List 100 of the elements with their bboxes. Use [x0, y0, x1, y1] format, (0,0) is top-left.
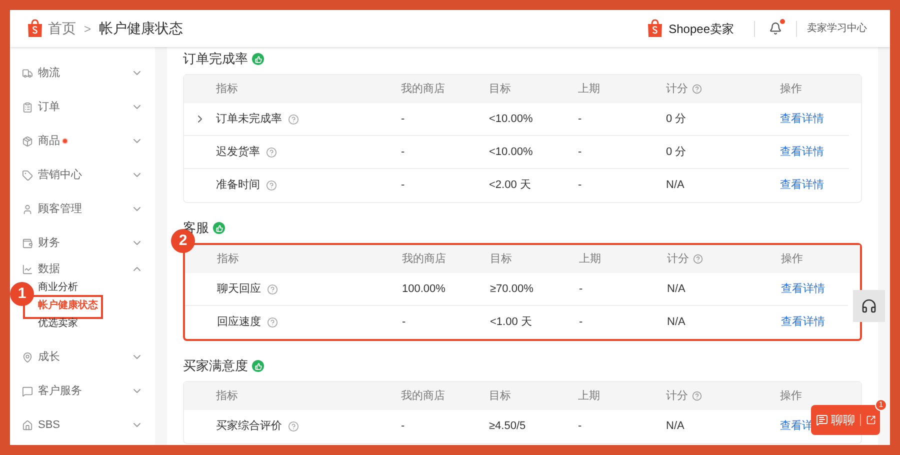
- column-header: 我的商店: [401, 388, 445, 404]
- help-icon: [266, 146, 277, 158]
- learning-center-link[interactable]: 卖家学习中心: [807, 21, 867, 36]
- table-cell-text: N/A: [666, 419, 686, 434]
- thumbs-up-icon: [252, 53, 264, 65]
- sidebar-item[interactable]: 财务: [10, 226, 155, 260]
- sidebar-item[interactable]: 营销中心: [10, 158, 155, 192]
- sidebar-subitem[interactable]: 帐户健康状态: [38, 298, 98, 312]
- table-cell-text: -: [402, 315, 407, 330]
- customer-service-button[interactable]: [853, 290, 885, 322]
- brand-name: Shopee卖家: [668, 20, 734, 38]
- table-cell-text: -: [578, 419, 583, 434]
- sidebar-item[interactable]: SBS: [10, 408, 155, 442]
- table-cell-text: <1.00 天: [490, 315, 533, 330]
- table-cell-text: -: [401, 178, 406, 194]
- metric-name: 买家综合评价: [216, 418, 282, 434]
- column-header: 上期: [579, 252, 601, 267]
- column-header: 我的商店: [401, 82, 445, 97]
- table-cell-text: N/A: [667, 315, 686, 330]
- table-cell-text: ≥4.50/5: [489, 419, 527, 434]
- metric-name: 聊天回应: [217, 282, 261, 297]
- view-details-link[interactable]: 查看详情: [780, 110, 824, 128]
- table-cell-text: 0 分: [666, 144, 688, 160]
- table-cell-text: -: [401, 419, 406, 434]
- view-details-link[interactable]: 查看详情: [780, 177, 824, 194]
- chat-bubble-icon: [816, 414, 828, 426]
- pin-icon: [22, 352, 33, 362]
- column-header: 指标: [216, 82, 238, 97]
- sidebar-subitem[interactable]: 优选卖家: [38, 316, 78, 330]
- help-icon: [288, 421, 299, 432]
- view-details-link[interactable]: 查看详情: [780, 144, 824, 160]
- sidebar-item[interactable]: 数据: [10, 260, 155, 278]
- column-header: 计分: [667, 252, 689, 267]
- wallet-icon: [22, 238, 33, 248]
- metric-name: 订单未完成率: [216, 112, 282, 127]
- thumbs-up-icon: [252, 360, 264, 372]
- sidebar-item[interactable]: 成长: [10, 340, 155, 374]
- column-header: 计分: [666, 388, 688, 404]
- table-cell-text: <10.00%: [489, 112, 534, 127]
- column-header: 操作: [781, 252, 803, 267]
- table-cell-text: N/A: [667, 282, 686, 297]
- shopping-bag-logo-icon: [646, 19, 663, 38]
- table-cell-text: 100.00%: [402, 282, 446, 297]
- sidebar-item[interactable]: 商品: [10, 124, 155, 158]
- breadcrumb-link[interactable]: 首页: [48, 18, 76, 39]
- table-cell-text: -: [578, 178, 583, 194]
- table-cell-text: <2.00 天: [489, 178, 532, 194]
- metric-name: 回应速度: [217, 314, 261, 330]
- shopping-bag-logo-icon: [27, 19, 43, 38]
- column-header: 目标: [489, 82, 511, 97]
- help-icon: [266, 180, 277, 191]
- column-header: 计分: [666, 82, 688, 97]
- column-header: 我的商店: [402, 252, 446, 267]
- sidebar-item[interactable]: 物流: [10, 56, 155, 90]
- line-chart-icon: [22, 264, 33, 274]
- column-header: 指标: [216, 388, 238, 404]
- user-icon: [22, 204, 33, 214]
- section-title: 买家满意度: [183, 357, 248, 376]
- column-header: 操作: [780, 388, 802, 404]
- table-cell-text: -: [579, 315, 584, 330]
- headset-icon: [861, 298, 877, 314]
- pop-out-icon: [866, 415, 876, 425]
- table-cell-text: 0 分: [666, 112, 688, 127]
- view-details-link[interactable]: 查看详情: [781, 314, 825, 331]
- table-cell-text: ≥70.00%: [490, 282, 534, 297]
- bell-icon[interactable]: [769, 22, 782, 35]
- column-header: 上期: [578, 388, 600, 404]
- house-icon: [22, 420, 33, 430]
- chat-icon: [22, 386, 33, 396]
- table-cell-text: -: [578, 112, 583, 127]
- tag-icon: [22, 170, 33, 180]
- column-header: 指标: [217, 252, 239, 267]
- column-header: 目标: [490, 252, 512, 267]
- metric-name: 准备时间: [216, 178, 260, 194]
- sidebar-item[interactable]: 订单: [10, 90, 155, 124]
- chat-badge: 1: [875, 399, 887, 411]
- thumbs-up-icon: [213, 222, 225, 234]
- view-details-link[interactable]: 查看详情: [781, 280, 825, 298]
- table-cell-text: N/A: [666, 178, 686, 194]
- section-title: 订单完成率: [183, 50, 248, 68]
- help-icon: [288, 114, 299, 124]
- column-header: 上期: [578, 82, 600, 97]
- clipboard-icon: [22, 102, 33, 112]
- metric-name: 迟发货率: [216, 144, 260, 160]
- table-cell-text: -: [401, 112, 406, 127]
- page-title: 帐户健康状态: [99, 19, 184, 38]
- annotation-badge: 1: [10, 282, 34, 306]
- help-icon: [267, 317, 278, 328]
- truck-icon: [22, 68, 33, 78]
- table-cell-text: <10.00%: [489, 144, 534, 160]
- column-header: 目标: [489, 388, 511, 404]
- breadcrumb-separator: >: [84, 20, 92, 38]
- table-cell-text: -: [401, 144, 406, 160]
- table-cell-text: -: [578, 144, 583, 160]
- help-icon: [267, 284, 278, 294]
- sidebar-item[interactable]: 客户服务: [10, 374, 155, 408]
- sidebar-item[interactable]: 顾客管理: [10, 192, 155, 226]
- chat-button[interactable]: 聊聊: [811, 405, 880, 435]
- column-header: 操作: [780, 82, 802, 97]
- sidebar-subitem[interactable]: 商业分析: [38, 280, 78, 294]
